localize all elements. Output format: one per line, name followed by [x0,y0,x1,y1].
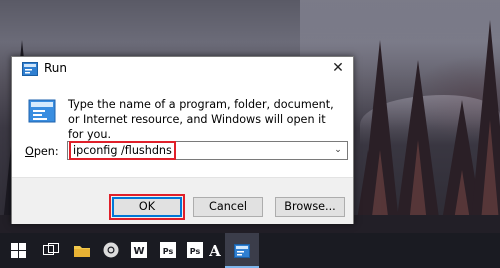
task-view-icon[interactable] [42,241,60,259]
svg-text:A: A [208,242,221,258]
taskbar-run-icon[interactable] [225,233,259,268]
title-bar[interactable]: Run ✕ [12,57,353,81]
file-explorer-icon[interactable] [73,241,91,259]
run-program-icon [28,99,56,123]
windows-start-icon[interactable] [9,241,27,259]
word-icon[interactable]: W [130,241,148,259]
photoshop-icon-2[interactable]: Ps [186,241,204,259]
chrome-icon[interactable] [102,241,120,259]
run-dialog: Run ✕ Type the name of a program, folder… [11,56,354,224]
svg-text:W: W [133,246,144,257]
browse-button[interactable]: Browse... [275,197,345,217]
open-label: Open: [25,145,59,158]
dialog-description: Type the name of a program, folder, docu… [68,98,334,141]
dialog-footer: OK Cancel Browse... [12,177,353,224]
cancel-button[interactable]: Cancel [193,197,263,217]
ok-button[interactable]: OK [109,194,185,220]
dialog-body: Type the name of a program, folder, docu… [12,81,353,177]
open-combobox[interactable]: ipconfig /flushdns ⌄ [67,141,348,160]
photoshop-icon[interactable]: Ps [159,241,177,259]
dialog-title: Run [44,61,68,75]
svg-text:Ps: Ps [163,247,174,256]
taskbar: W Ps Ps A [0,233,500,268]
a-app-icon[interactable]: A [206,241,224,259]
chevron-down-icon[interactable]: ⌄ [332,143,344,158]
open-input-value[interactable]: ipconfig /flushdns [69,141,176,160]
close-button[interactable]: ✕ [323,57,353,79]
svg-text:Ps: Ps [190,247,201,256]
run-icon [22,62,38,76]
